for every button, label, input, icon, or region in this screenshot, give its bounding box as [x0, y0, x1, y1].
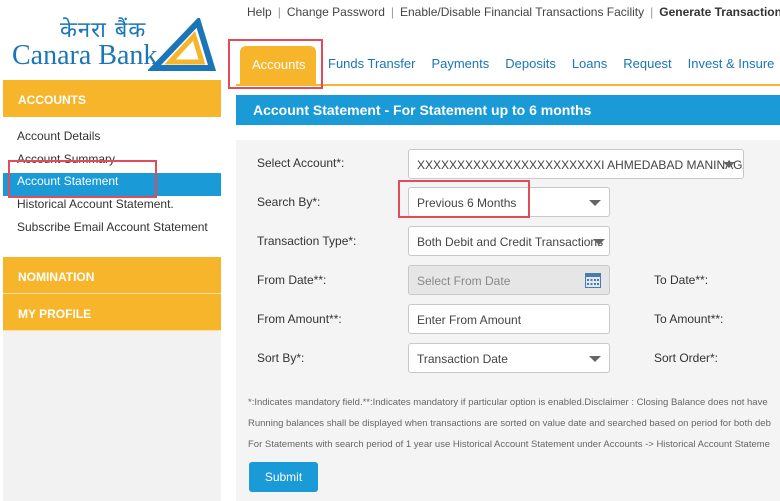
from-amount-input[interactable]: Enter From Amount	[408, 304, 610, 334]
tab-deposits[interactable]: Deposits	[497, 46, 564, 84]
change-password-link[interactable]: Change Password	[287, 5, 385, 19]
tab-payments[interactable]: Payments	[423, 46, 497, 84]
tab-loans[interactable]: Loans	[564, 46, 615, 84]
sidebar-item-account-details[interactable]: Account Details	[3, 128, 221, 151]
sidebar-item-historical-statement[interactable]: Historical Account Statement.	[3, 196, 221, 219]
select-account-dropdown[interactable]: XXXXXXXXXXXXXXXXXXXXXXXI AHMEDABAD MANIN…	[408, 149, 744, 179]
from-amount-placeholder: Enter From Amount	[417, 313, 522, 327]
note-line: *:Indicates mandatory field.**:Indicates…	[248, 397, 768, 408]
transaction-type-dropdown[interactable]: Both Debit and Credit Transactions	[408, 226, 610, 256]
submit-button[interactable]: Submit	[249, 462, 318, 492]
from-date-input[interactable]: Select From Date	[408, 265, 610, 295]
separator: |	[390, 5, 394, 19]
sort-by-dropdown[interactable]: Transaction Date	[408, 343, 610, 373]
select-account-label: Select Account*:	[257, 156, 345, 170]
chevron-down-icon	[593, 239, 605, 245]
tab-request[interactable]: Request	[615, 46, 679, 84]
sidebar-section-nomination[interactable]: NOMINATION	[3, 257, 221, 294]
logo-english-text: Canara Bank	[12, 40, 158, 71]
separator: |	[277, 5, 281, 19]
top-links: Help | Change Password | Enable/Disable Fina…	[247, 5, 780, 19]
note-line: For Statements with search period of 1 y…	[248, 439, 770, 450]
search-by-label: Search By*:	[257, 195, 321, 209]
generate-transaction-password-link[interactable]: Generate Transaction Password	[659, 5, 780, 19]
calendar-icon[interactable]	[585, 273, 601, 288]
highlight-accounts-tab	[228, 39, 323, 89]
help-link[interactable]: Help	[247, 5, 272, 19]
sidebar: ACCOUNTS Account Details Account Summary…	[3, 80, 221, 501]
canara-bank-logo[interactable]: केनरा बैंक Canara Bank	[8, 14, 223, 76]
note-line: Running balances shall be displayed when…	[248, 418, 771, 429]
disclaimer-notes: *:Indicates mandatory field.**:Indicates…	[248, 392, 771, 455]
sidebar-item-subscribe-email[interactable]: Subscribe Email Account Statement	[3, 219, 221, 242]
highlight-account-statement	[8, 160, 157, 198]
separator: |	[650, 5, 654, 19]
sort-order-label: Sort Order*:	[654, 351, 719, 365]
sort-by-value: Transaction Date	[417, 352, 508, 366]
canara-triangle-icon	[148, 18, 217, 71]
from-date-label: From Date**:	[257, 273, 327, 287]
chevron-down-icon	[723, 162, 735, 168]
to-amount-label: To Amount**:	[654, 312, 724, 326]
chevron-down-icon	[589, 200, 601, 206]
transaction-type-value: Both Debit and Credit Transactions	[417, 235, 604, 249]
to-date-label: To Date**:	[654, 273, 709, 287]
sidebar-section-my-profile[interactable]: MY PROFILE	[3, 294, 221, 331]
page-title: Account Statement - For Statement up to …	[236, 95, 780, 125]
enable-disable-facility-link[interactable]: Enable/Disable Financial Transactions Fa…	[400, 5, 644, 19]
chevron-down-icon	[589, 356, 601, 362]
select-account-value: XXXXXXXXXXXXXXXXXXXXXXXI AHMEDABAD MANIN…	[417, 158, 744, 172]
sidebar-section-accounts[interactable]: ACCOUNTS	[3, 80, 221, 117]
from-amount-label: From Amount**:	[257, 312, 342, 326]
tab-invest-insure[interactable]: Invest & Insure	[680, 46, 780, 84]
highlight-search-by	[398, 180, 530, 218]
sort-by-label: Sort By*:	[257, 351, 305, 365]
transaction-type-label: Transaction Type*:	[257, 234, 357, 248]
from-date-placeholder: Select From Date	[417, 274, 511, 288]
page: केनरा बैंक Canara Bank Help | Change Passw…	[0, 0, 780, 501]
tab-funds-transfer[interactable]: Funds Transfer	[320, 46, 423, 84]
